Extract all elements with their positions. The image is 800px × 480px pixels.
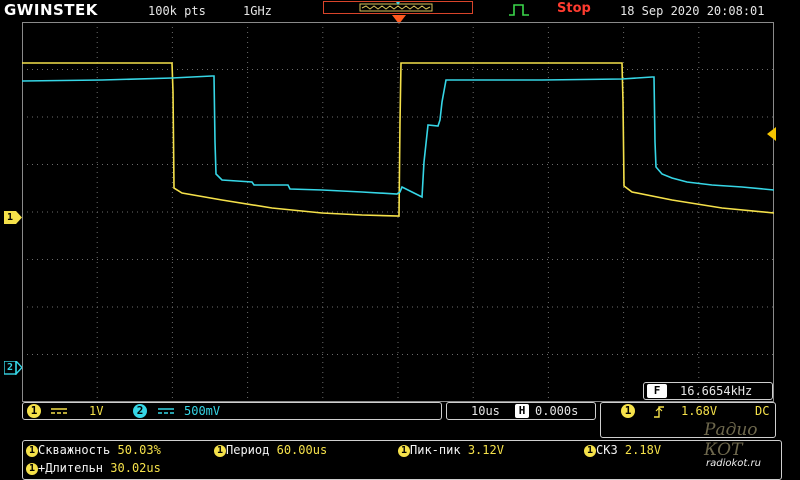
meas-source-chip: 1 bbox=[398, 444, 410, 457]
meas-source-chip: 1 bbox=[26, 462, 38, 475]
ch2-chip[interactable]: 2 bbox=[133, 404, 147, 418]
ch2-marker-label: 2 bbox=[6, 362, 14, 373]
frequency-badge: F bbox=[647, 384, 667, 398]
meas-source-chip: 1 bbox=[214, 444, 226, 457]
horizontal-position-icon: H bbox=[515, 404, 529, 418]
dc-coupling-icon bbox=[158, 408, 174, 414]
frequency-counter: F 16.6654kHz bbox=[643, 382, 773, 400]
measurement-period[interactable]: 1 Период 60.00us bbox=[214, 443, 327, 457]
meas-label: СКЗ bbox=[596, 443, 618, 457]
run-stop-status: Stop bbox=[557, 1, 591, 16]
measurement-positive-width[interactable]: 1 +Длительн 30.02us bbox=[26, 461, 161, 475]
timebase-bar[interactable]: 10us H 0.000s bbox=[446, 402, 596, 420]
date-time: 18 Sep 2020 20:08:01 bbox=[620, 4, 765, 18]
trigger-edge-icon bbox=[509, 4, 529, 16]
trigger-source-chip: 1 bbox=[621, 404, 635, 418]
measurement-rms[interactable]: 1 СКЗ 2.18V bbox=[584, 443, 661, 457]
meas-label: Период bbox=[226, 443, 270, 457]
meas-label: Скважность bbox=[38, 443, 111, 457]
trigger-level-icon[interactable] bbox=[766, 127, 776, 141]
measurement-peak-peak[interactable]: 1 Пик-пик 3.12V bbox=[398, 443, 504, 457]
meas-label: Пик-пик bbox=[410, 443, 461, 457]
waveform-display[interactable] bbox=[22, 22, 774, 402]
sample-rate: 1GHz bbox=[243, 4, 272, 18]
record-length: 100k pts bbox=[148, 4, 206, 18]
brand-logo: GWINSTEK bbox=[4, 1, 98, 19]
timebase-value: 10us bbox=[471, 404, 500, 418]
meas-source-chip: 1 bbox=[584, 444, 596, 457]
ch2-scale: 500mV bbox=[184, 404, 221, 418]
meas-value: 30.02us bbox=[110, 461, 161, 475]
overview-waveform bbox=[359, 2, 433, 12]
channel-scale-bar: 1 1V 2 500mV bbox=[22, 402, 442, 420]
meas-value: 60.00us bbox=[276, 443, 328, 457]
dc-coupling-icon bbox=[51, 408, 67, 414]
meas-source-chip: 1 bbox=[26, 444, 38, 457]
meas-value: 2.18V bbox=[624, 443, 662, 457]
meas-value: 50.03% bbox=[117, 443, 161, 457]
ch1-marker-label: 1 bbox=[6, 212, 14, 223]
trigger-coupling: DC bbox=[755, 404, 770, 418]
trigger-level: 1.68V bbox=[681, 404, 718, 418]
ch2-waveform bbox=[22, 75, 774, 199]
watermark-url: radiokot.ru bbox=[706, 458, 761, 469]
meas-value: 3.12V bbox=[467, 443, 504, 457]
horizontal-position: 0.000s bbox=[535, 404, 579, 418]
ch1-scale: 1V bbox=[89, 404, 104, 418]
watermark-brand: Радио КОТ bbox=[704, 420, 758, 460]
measurement-duty-cycle[interactable]: 1 Скважность 50.03% bbox=[26, 443, 161, 457]
watermark-logo: Радио КОТ radiokot.ru bbox=[700, 418, 798, 478]
frequency-value: 16.6654kHz bbox=[680, 384, 753, 398]
ch1-chip[interactable]: 1 bbox=[27, 404, 41, 418]
meas-label: +Длительн bbox=[38, 461, 104, 475]
rising-edge-icon bbox=[654, 406, 664, 418]
